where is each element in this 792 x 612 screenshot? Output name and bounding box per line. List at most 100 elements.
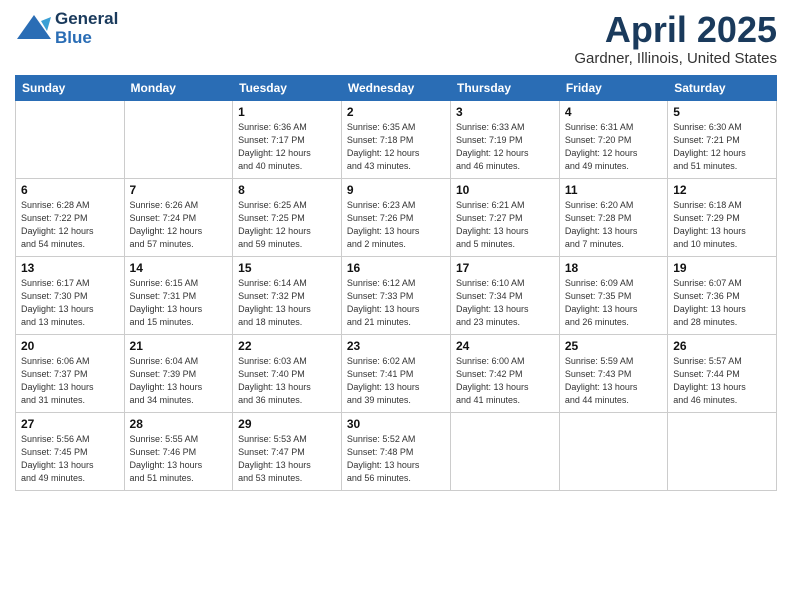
calendar-cell: 24Sunrise: 6:00 AM Sunset: 7:42 PM Dayli… [451, 334, 560, 412]
calendar-week-row: 1 Sunrise: 6:36 AM Sunset: 7:17 PM Daylig… [16, 100, 777, 178]
day-number: 25 [565, 339, 662, 353]
calendar-cell: 6 Sunrise: 6:28 AM Sunset: 7:22 PM Daylig… [16, 178, 125, 256]
calendar-cell: 12 Sunrise: 6:18 AM Sunset: 7:29 PM Dayli… [668, 178, 777, 256]
day-number: 2 [347, 105, 445, 119]
day-info: Sunrise: 6:25 AM Sunset: 7:25 PM Dayligh… [238, 199, 336, 251]
day-number: 19 [673, 261, 771, 275]
header: General Blue April 2025 Gardner, Illinoi… [15, 10, 777, 67]
day-info: Sunrise: 6:23 AM Sunset: 7:26 PM Dayligh… [347, 199, 445, 251]
day-info: Sunrise: 6:02 AM Sunset: 7:41 PM Dayligh… [347, 355, 445, 407]
calendar-cell: 15 Sunrise: 6:14 AM Sunset: 7:32 PM Dayli… [233, 256, 342, 334]
calendar-cell [451, 412, 560, 490]
calendar-header-row: Sunday Monday Tuesday Wednesday Thursday… [16, 75, 777, 100]
calendar-cell: 9 Sunrise: 6:23 AM Sunset: 7:26 PM Daylig… [341, 178, 450, 256]
day-info: Sunrise: 6:03 AM Sunset: 7:40 PM Dayligh… [238, 355, 336, 407]
day-info: Sunrise: 6:36 AM Sunset: 7:17 PM Dayligh… [238, 121, 336, 173]
day-info: Sunrise: 6:17 AM Sunset: 7:30 PM Dayligh… [21, 277, 119, 329]
logo: General Blue [15, 10, 118, 47]
day-info: Sunrise: 6:12 AM Sunset: 7:33 PM Dayligh… [347, 277, 445, 329]
calendar-table: Sunday Monday Tuesday Wednesday Thursday… [15, 75, 777, 491]
day-info: Sunrise: 5:55 AM Sunset: 7:46 PM Dayligh… [130, 433, 228, 485]
day-info: Sunrise: 5:57 AM Sunset: 7:44 PM Dayligh… [673, 355, 771, 407]
calendar-cell [668, 412, 777, 490]
day-number: 23 [347, 339, 445, 353]
day-info: Sunrise: 5:52 AM Sunset: 7:48 PM Dayligh… [347, 433, 445, 485]
day-info: Sunrise: 6:10 AM Sunset: 7:34 PM Dayligh… [456, 277, 554, 329]
day-info: Sunrise: 5:56 AM Sunset: 7:45 PM Dayligh… [21, 433, 119, 485]
day-info: Sunrise: 6:30 AM Sunset: 7:21 PM Dayligh… [673, 121, 771, 173]
calendar-cell: 3 Sunrise: 6:33 AM Sunset: 7:19 PM Daylig… [451, 100, 560, 178]
day-info: Sunrise: 6:20 AM Sunset: 7:28 PM Dayligh… [565, 199, 662, 251]
day-info: Sunrise: 6:33 AM Sunset: 7:19 PM Dayligh… [456, 121, 554, 173]
calendar-cell: 29 Sunrise: 5:53 AM Sunset: 7:47 PM Dayli… [233, 412, 342, 490]
day-info: Sunrise: 6:26 AM Sunset: 7:24 PM Dayligh… [130, 199, 228, 251]
day-info: Sunrise: 6:15 AM Sunset: 7:31 PM Dayligh… [130, 277, 228, 329]
calendar-cell: 25 Sunrise: 5:59 AM Sunset: 7:43 PM Dayli… [559, 334, 667, 412]
day-info: Sunrise: 6:14 AM Sunset: 7:32 PM Dayligh… [238, 277, 336, 329]
day-number: 12 [673, 183, 771, 197]
day-number: 29 [238, 417, 336, 431]
logo-blue: Blue [55, 29, 118, 48]
day-number: 20 [21, 339, 119, 353]
day-number: 4 [565, 105, 662, 119]
calendar-week-row: 13 Sunrise: 6:17 AM Sunset: 7:30 PM Dayli… [16, 256, 777, 334]
day-number: 30 [347, 417, 445, 431]
day-number: 14 [130, 261, 228, 275]
col-monday: Monday [124, 75, 233, 100]
col-sunday: Sunday [16, 75, 125, 100]
day-number: 13 [21, 261, 119, 275]
day-info: Sunrise: 6:06 AM Sunset: 7:37 PM Dayligh… [21, 355, 119, 407]
calendar-week-row: 20 Sunrise: 6:06 AM Sunset: 7:37 PM Dayli… [16, 334, 777, 412]
day-number: 6 [21, 183, 119, 197]
day-number: 5 [673, 105, 771, 119]
logo-icon [15, 11, 53, 49]
day-number: 22 [238, 339, 336, 353]
col-tuesday: Tuesday [233, 75, 342, 100]
day-number: 18 [565, 261, 662, 275]
day-number: 1 [238, 105, 336, 119]
col-thursday: Thursday [451, 75, 560, 100]
calendar-cell: 19 Sunrise: 6:07 AM Sunset: 7:36 PM Dayli… [668, 256, 777, 334]
day-number: 9 [347, 183, 445, 197]
day-number: 21 [130, 339, 228, 353]
day-number: 8 [238, 183, 336, 197]
col-friday: Friday [559, 75, 667, 100]
col-wednesday: Wednesday [341, 75, 450, 100]
location-title: Gardner, Illinois, United States [574, 50, 777, 67]
calendar-cell: 8 Sunrise: 6:25 AM Sunset: 7:25 PM Daylig… [233, 178, 342, 256]
day-number: 17 [456, 261, 554, 275]
day-info: Sunrise: 6:09 AM Sunset: 7:35 PM Dayligh… [565, 277, 662, 329]
day-number: 3 [456, 105, 554, 119]
month-title: April 2025 [574, 10, 777, 50]
calendar-cell: 17 Sunrise: 6:10 AM Sunset: 7:34 PM Dayli… [451, 256, 560, 334]
day-info: Sunrise: 6:28 AM Sunset: 7:22 PM Dayligh… [21, 199, 119, 251]
calendar-cell: 23 Sunrise: 6:02 AM Sunset: 7:41 PM Dayli… [341, 334, 450, 412]
calendar-cell [124, 100, 233, 178]
day-info: Sunrise: 5:59 AM Sunset: 7:43 PM Dayligh… [565, 355, 662, 407]
calendar-cell: 11 Sunrise: 6:20 AM Sunset: 7:28 PM Dayli… [559, 178, 667, 256]
calendar-cell: 5 Sunrise: 6:30 AM Sunset: 7:21 PM Daylig… [668, 100, 777, 178]
day-info: Sunrise: 6:31 AM Sunset: 7:20 PM Dayligh… [565, 121, 662, 173]
calendar-cell: 26Sunrise: 5:57 AM Sunset: 7:44 PM Dayli… [668, 334, 777, 412]
day-number: 28 [130, 417, 228, 431]
day-info: Sunrise: 5:53 AM Sunset: 7:47 PM Dayligh… [238, 433, 336, 485]
calendar-cell: 28 Sunrise: 5:55 AM Sunset: 7:46 PM Dayli… [124, 412, 233, 490]
page: General Blue April 2025 Gardner, Illinoi… [0, 0, 792, 612]
calendar-cell: 2 Sunrise: 6:35 AM Sunset: 7:18 PM Daylig… [341, 100, 450, 178]
calendar-cell: 18 Sunrise: 6:09 AM Sunset: 7:35 PM Dayli… [559, 256, 667, 334]
calendar-cell: 16Sunrise: 6:12 AM Sunset: 7:33 PM Dayli… [341, 256, 450, 334]
calendar-week-row: 27 Sunrise: 5:56 AM Sunset: 7:45 PM Dayli… [16, 412, 777, 490]
day-info: Sunrise: 6:18 AM Sunset: 7:29 PM Dayligh… [673, 199, 771, 251]
day-info: Sunrise: 6:35 AM Sunset: 7:18 PM Dayligh… [347, 121, 445, 173]
calendar-cell: 10Sunrise: 6:21 AM Sunset: 7:27 PM Dayli… [451, 178, 560, 256]
day-number: 15 [238, 261, 336, 275]
day-number: 27 [21, 417, 119, 431]
day-info: Sunrise: 6:07 AM Sunset: 7:36 PM Dayligh… [673, 277, 771, 329]
day-number: 11 [565, 183, 662, 197]
calendar-cell: 4 Sunrise: 6:31 AM Sunset: 7:20 PM Daylig… [559, 100, 667, 178]
day-number: 7 [130, 183, 228, 197]
calendar-cell: 22 Sunrise: 6:03 AM Sunset: 7:40 PM Dayli… [233, 334, 342, 412]
day-number: 10 [456, 183, 554, 197]
calendar-week-row: 6 Sunrise: 6:28 AM Sunset: 7:22 PM Daylig… [16, 178, 777, 256]
calendar-cell: 21Sunrise: 6:04 AM Sunset: 7:39 PM Dayli… [124, 334, 233, 412]
